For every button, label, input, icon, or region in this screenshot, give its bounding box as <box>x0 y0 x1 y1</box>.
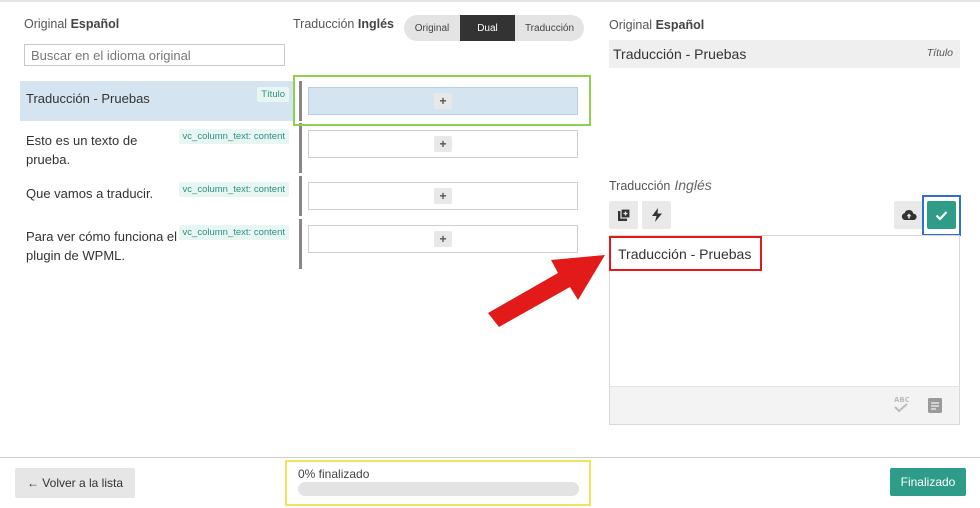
lightning-icon <box>651 208 662 222</box>
segment-type-badge: vc_column_text: content <box>178 129 289 144</box>
add-translation-icon[interactable]: + <box>434 231 452 247</box>
segment-source-text: Traducción - Pruebas <box>26 91 150 106</box>
editor-original-language: Español <box>655 18 705 32</box>
segment-source[interactable]: Esto es un texto de prueba. vc_column_te… <box>20 123 295 173</box>
segment-type-badge: Título <box>257 87 289 102</box>
top-divider <box>0 0 980 2</box>
svg-text:ABC: ABC <box>894 396 909 404</box>
confirm-button-highlight <box>922 195 961 236</box>
active-segment-highlight <box>293 75 591 126</box>
source-column-language: Español <box>70 17 120 31</box>
segment-type-badge: vc_column_text: content <box>178 182 289 197</box>
save-cloud-button[interactable] <box>894 201 923 229</box>
progress-panel: 0% finalizado <box>285 460 591 506</box>
editor-footer: ABC <box>610 386 959 424</box>
source-search-input[interactable] <box>24 44 285 66</box>
segment-translation-box[interactable]: + <box>308 182 578 210</box>
target-column-header: Traducción Inglés <box>293 17 394 31</box>
copy-original-button[interactable] <box>609 201 638 229</box>
footer-divider <box>0 457 980 458</box>
complete-button[interactable]: Finalizado <box>890 468 966 496</box>
segment-source-text: Esto es un texto de prueba. <box>26 133 138 167</box>
segment-row[interactable]: Que vamos a traducir. vc_column_text: co… <box>20 176 600 216</box>
segment-type-badge: vc_column_text: content <box>178 225 289 240</box>
editor-original-header: Original Español <box>609 18 704 32</box>
source-column-label: Original <box>24 17 68 31</box>
segment-divider <box>299 123 302 173</box>
view-mode-toggle: Original Dual Traducción <box>404 15 584 41</box>
spellcheck-icon[interactable]: ABC <box>893 395 909 415</box>
view-mode-translation[interactable]: Traducción <box>515 15 584 41</box>
editor-original-field: Título <box>926 47 953 59</box>
glossary-icon[interactable] <box>927 397 943 414</box>
segment-translation-box[interactable]: + <box>308 130 578 158</box>
progress-label: 0% finalizado <box>298 467 370 481</box>
add-translation-icon[interactable]: + <box>434 188 452 204</box>
segment-source-text: Para ver cómo funciona el plugin de WPML… <box>26 229 178 263</box>
segment-row[interactable]: Esto es un texto de prueba. vc_column_te… <box>20 123 600 173</box>
back-to-list-button[interactable]: ← Volver a la lista <box>15 468 135 498</box>
progress-bar <box>298 482 579 496</box>
segment-source-text: Que vamos a traducir. <box>26 186 154 201</box>
view-mode-original[interactable]: Original <box>404 15 460 41</box>
editor-translation-language: Inglés <box>674 177 712 193</box>
pointer-arrow-icon <box>488 255 605 327</box>
segment-divider <box>299 219 302 269</box>
copy-icon <box>617 208 631 221</box>
editor-translation-header: Traducción Inglés <box>609 177 712 193</box>
cloud-upload-icon <box>901 209 917 220</box>
segment-source[interactable]: Para ver cómo funciona el plugin de WPML… <box>20 219 295 269</box>
machine-translate-button[interactable] <box>642 201 671 229</box>
segment-divider <box>299 176 302 216</box>
add-translation-icon[interactable]: + <box>434 136 452 152</box>
editor-original-box: Traducción - Pruebas Título <box>609 40 960 68</box>
segment-source[interactable]: Que vamos a traducir. vc_column_text: co… <box>20 176 295 216</box>
target-column-label: Traducción <box>293 17 355 31</box>
view-mode-dual[interactable]: Dual <box>460 15 515 41</box>
editor-original-label: Original <box>609 18 653 32</box>
target-column-language: Inglés <box>357 17 394 31</box>
editor-original-text: Traducción - Pruebas <box>613 46 747 62</box>
segment-source[interactable]: Traducción - Pruebas Título <box>20 81 295 121</box>
translation-text-highlight <box>609 236 762 271</box>
source-column-header: Original Español <box>24 17 119 31</box>
editor-translation-label: Traducción <box>609 179 671 193</box>
